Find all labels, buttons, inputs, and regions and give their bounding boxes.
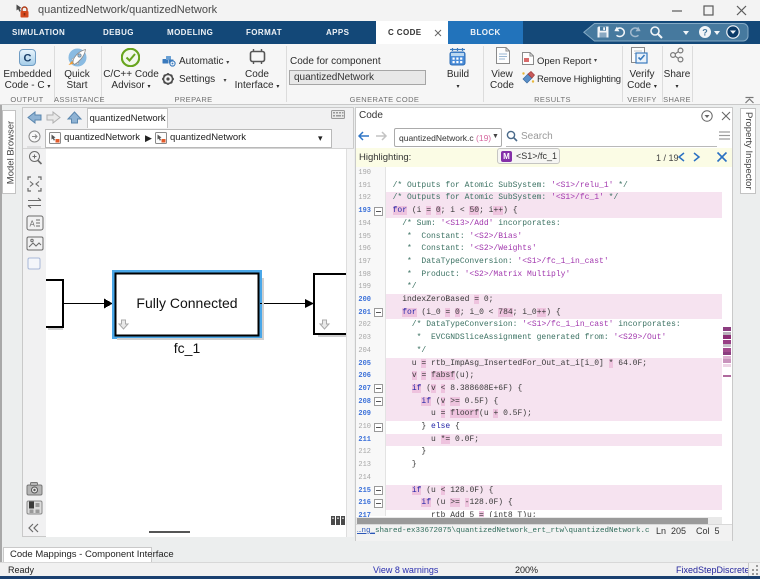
svg-text:C: C <box>24 53 32 65</box>
svg-text:?: ? <box>702 28 708 38</box>
svg-text:A: A <box>30 220 36 229</box>
